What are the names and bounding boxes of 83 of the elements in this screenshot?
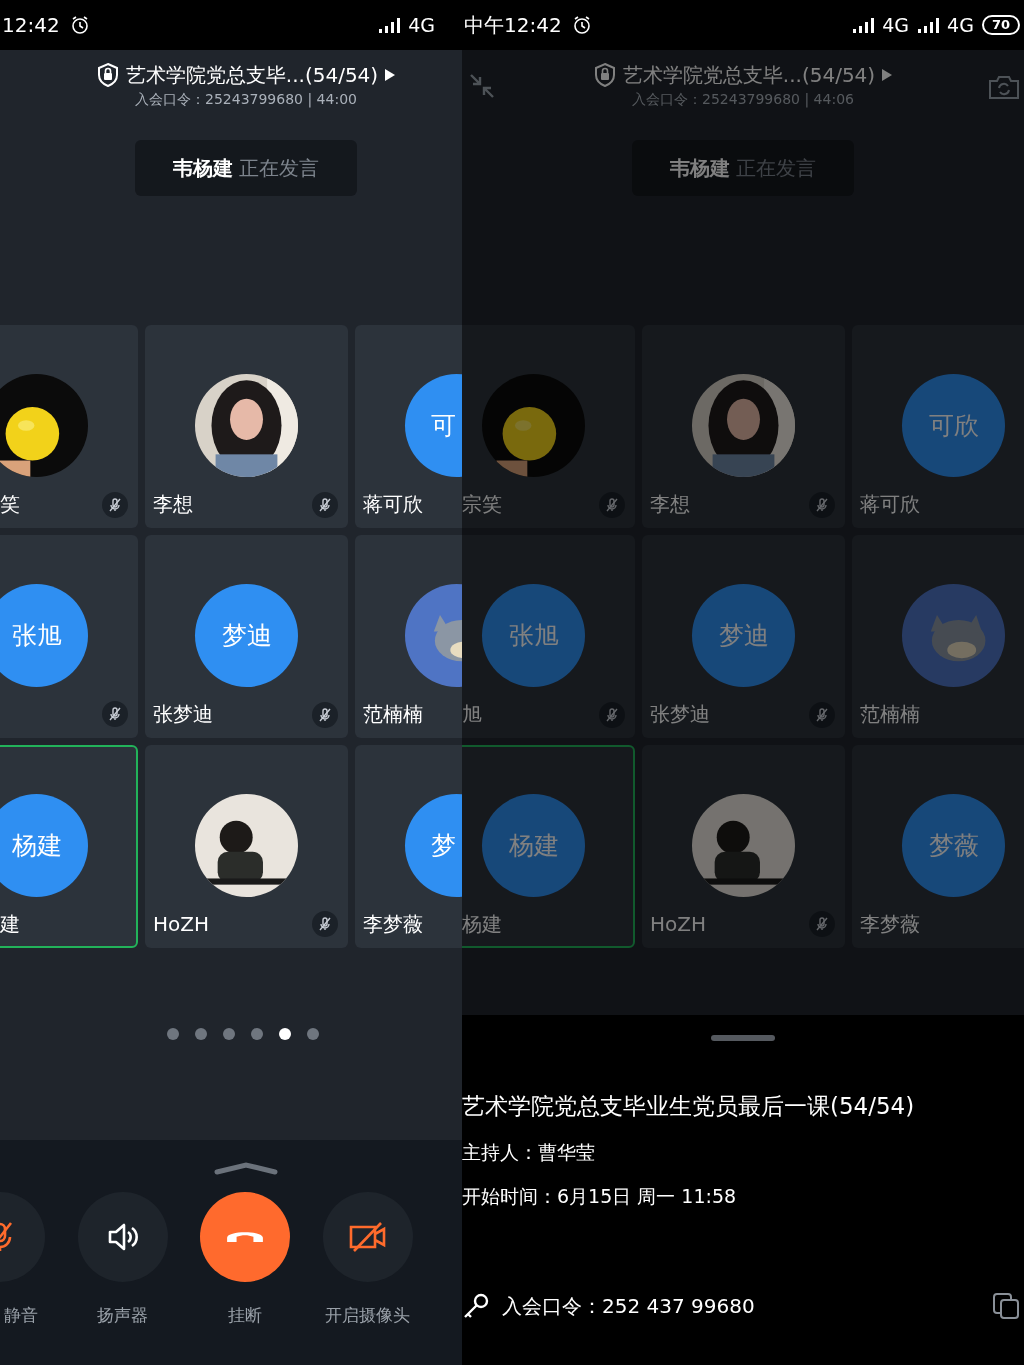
avatar: 梦薇 (902, 794, 1005, 897)
sheet-handle[interactable] (711, 1035, 775, 1041)
participant-name: 张梦迪 (153, 701, 213, 728)
participant-tile[interactable]: 可 蒋可欣 (355, 325, 462, 528)
participant-tile[interactable]: 梦薇 李梦薇 (852, 745, 1024, 948)
participant-tile[interactable]: 梦迪 张梦迪 (145, 535, 348, 738)
avatar: 梦迪 (195, 584, 298, 687)
network-label: 4G (408, 14, 435, 36)
key-icon (462, 1292, 490, 1320)
participant-tile[interactable]: 范楠楠 (355, 535, 462, 738)
avatar: 梦迪 (692, 584, 795, 687)
participant-tile[interactable]: HoZH (145, 745, 348, 948)
page-dot[interactable] (167, 1028, 179, 1040)
network-label: 4G (947, 14, 974, 36)
minimize-icon[interactable] (468, 72, 496, 100)
status-time: 12:42 (2, 13, 60, 37)
network-label: 4G (882, 14, 910, 36)
battery-icon: 70 (981, 15, 1020, 35)
page-dot[interactable] (223, 1028, 235, 1040)
page-dot[interactable] (279, 1028, 291, 1040)
participant-tile[interactable]: 张旭 (0, 535, 138, 738)
camera-switch-icon[interactable] (988, 74, 1020, 100)
participant-tile[interactable]: 李想 (642, 325, 845, 528)
avatar: 可 (405, 374, 462, 477)
start-time-text: 开始时间：6月15日 周一 11:58 (462, 1184, 738, 1209)
avatar: 张旭 (482, 584, 585, 687)
page-dot[interactable] (307, 1028, 319, 1040)
page-dot[interactable] (195, 1028, 207, 1040)
participant-tile[interactable]: 梦 李梦薇 (355, 745, 462, 948)
speaker-text: 韦杨建 正在发言 (172, 154, 320, 182)
passcode-text: 入会口令：252 437 99680 (502, 1292, 755, 1320)
participant-name: 李想 (153, 491, 193, 518)
participant-tile[interactable]: 张旭 旭 (462, 535, 635, 738)
copy-icon[interactable] (992, 1292, 1020, 1320)
control-label: 扬声器 (97, 1304, 149, 1327)
participant-tile[interactable]: 范楠楠 (852, 535, 1024, 738)
participant-name: 蒋可欣 (860, 491, 920, 518)
participant-tile[interactable]: 梦迪 张梦迪 (642, 535, 845, 738)
participant-name: 旭 (462, 701, 482, 728)
control-label: 静音 (4, 1304, 39, 1327)
participant-tile[interactable]: 笑 (0, 325, 138, 528)
participant-name: HoZH (650, 912, 706, 936)
participant-tile[interactable]: 杨建 建 (0, 745, 138, 948)
participant-name: 笑 (0, 491, 20, 518)
alarm-icon (69, 15, 90, 35)
participant-name: 宗笑 (462, 491, 502, 518)
participant-name: 范楠楠 (363, 701, 423, 728)
meeting-subtitle: 入会口令：25243799680 | 44:00 (135, 90, 357, 109)
participant-tile[interactable]: 杨建 杨建 (462, 745, 635, 948)
shield-lock-icon (95, 62, 120, 88)
participant-name: 蒋可欣 (363, 491, 423, 518)
page-dot[interactable] (251, 1028, 263, 1040)
play-icon[interactable] (384, 68, 397, 82)
meeting-full-title: 艺术学院党总支毕业生党员最后一课(54/54) (462, 1092, 916, 1121)
avatar: 杨建 (482, 794, 585, 897)
participant-name: 李梦薇 (363, 911, 423, 938)
avatar: 可欣 (902, 374, 1005, 477)
meeting-title[interactable]: 艺术学院党总支毕...(54/54) (125, 61, 379, 89)
avatar: 张旭 (0, 584, 88, 687)
participant-tile[interactable]: HoZH (642, 745, 845, 948)
control-label: 开启摄像头 (325, 1304, 411, 1327)
avatar: 杨建 (0, 794, 88, 897)
avatar: 梦 (405, 794, 462, 897)
speaker-text: 韦杨建 正在发言 (669, 154, 817, 182)
participant-tile[interactable]: 李想 (145, 325, 348, 528)
participant-name: 范楠楠 (860, 701, 920, 728)
status-time: 中午12:42 (464, 11, 562, 39)
participant-name: 张梦迪 (650, 701, 710, 728)
participant-tile[interactable]: 宗笑 (462, 325, 635, 528)
participant-name: HoZH (153, 912, 209, 936)
expand-handle-icon[interactable] (213, 1162, 279, 1176)
participant-name: 李梦薇 (860, 911, 920, 938)
hang-up-icon (227, 1232, 264, 1242)
shield-lock-icon (592, 62, 617, 88)
meeting-title[interactable]: 艺术学院党总支毕...(54/54) (622, 61, 876, 89)
participant-name: 建 (0, 911, 20, 938)
host-text: 主持人：曹华莹 (462, 1140, 596, 1165)
alarm-icon (571, 15, 592, 35)
participant-name: 李想 (650, 491, 690, 518)
camera-off-icon (347, 1220, 388, 1254)
control-label: 挂断 (228, 1304, 263, 1327)
participant-tile[interactable]: 可欣 蒋可欣 (852, 325, 1024, 528)
participant-name: 杨建 (462, 911, 502, 938)
